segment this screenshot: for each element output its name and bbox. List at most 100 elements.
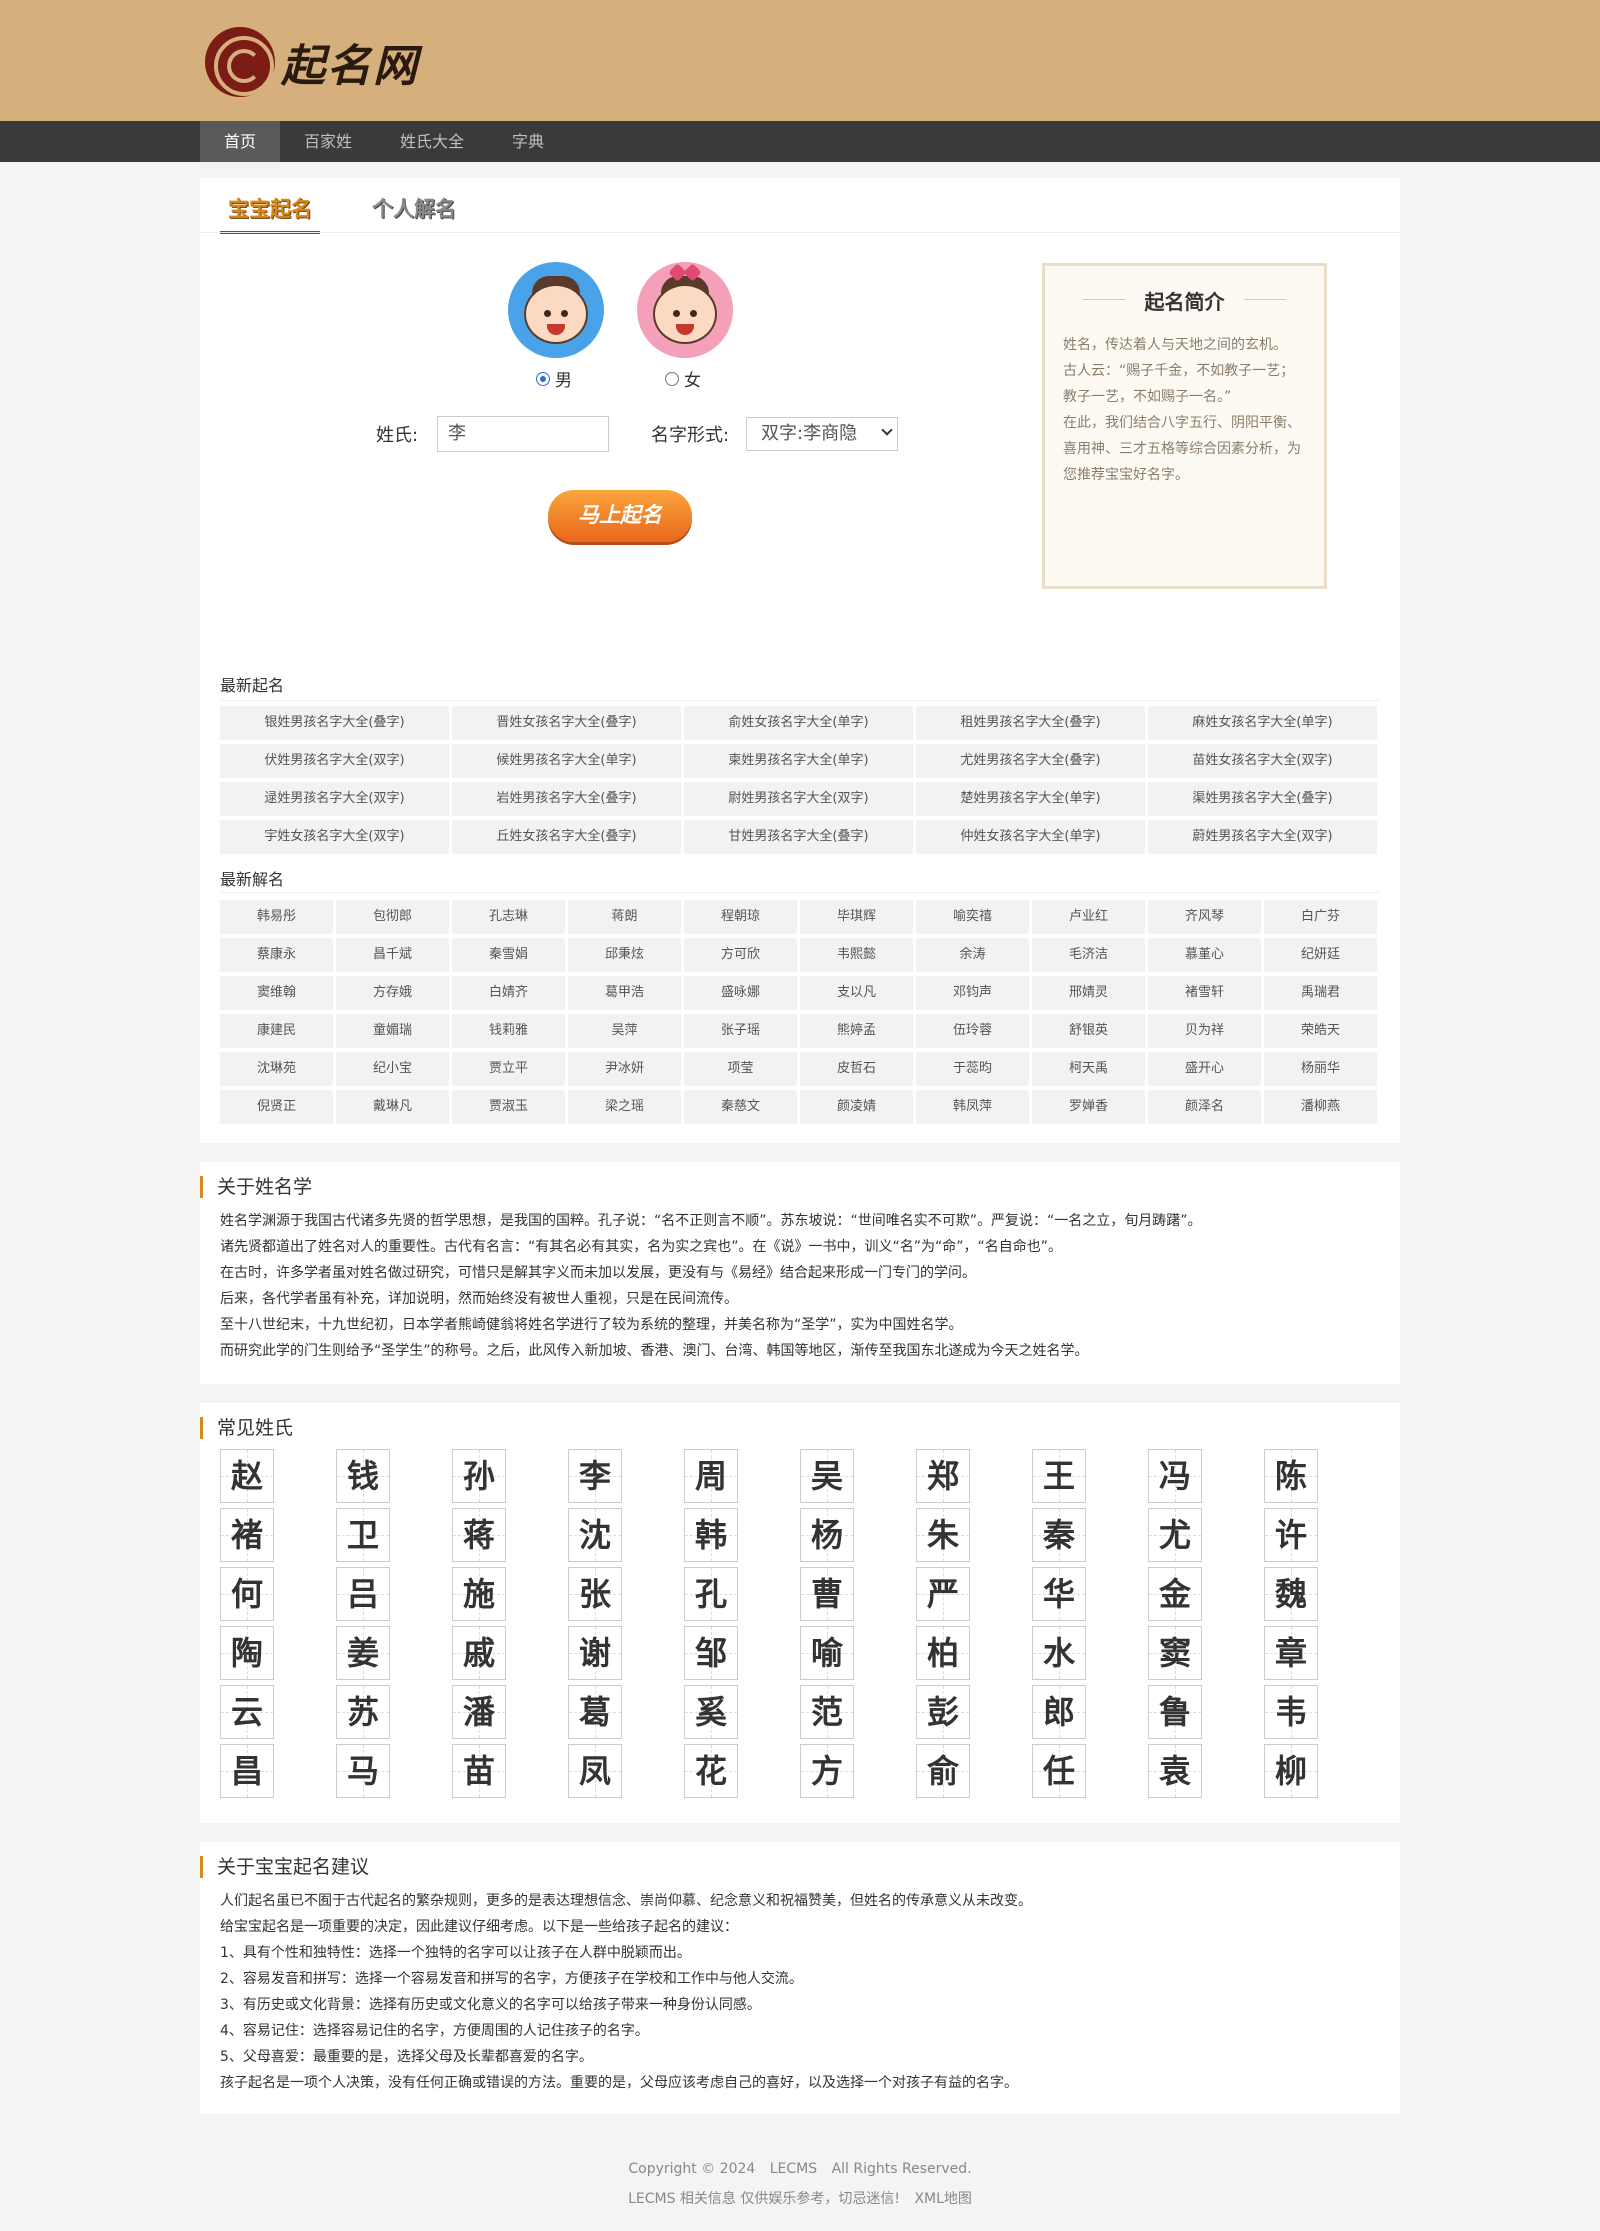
surname-cell[interactable]: 昌	[220, 1744, 274, 1798]
interp-name-link[interactable]: 吴萍	[568, 1014, 681, 1048]
footer-lecms-link[interactable]: LECMS	[770, 2161, 817, 2177]
interp-name-link[interactable]: 邓钧声	[916, 976, 1029, 1010]
surname-cell[interactable]: 王	[1032, 1449, 1086, 1503]
latest-name-link[interactable]: 麻姓女孩名字大全(单字)	[1148, 706, 1377, 740]
interp-name-link[interactable]: 伍玲蓉	[916, 1014, 1029, 1048]
interp-name-link[interactable]: 盛开心	[1148, 1052, 1261, 1086]
interp-name-link[interactable]: 慕堇心	[1148, 938, 1261, 972]
latest-name-link[interactable]: 甘姓男孩名字大全(叠字)	[684, 820, 913, 854]
interp-name-link[interactable]: 沈琳苑	[220, 1052, 333, 1086]
interp-name-link[interactable]: 杨丽华	[1264, 1052, 1377, 1086]
interp-name-link[interactable]: 程朝琼	[684, 900, 797, 934]
interp-name-link[interactable]: 熊婷孟	[800, 1014, 913, 1048]
surname-cell[interactable]: 严	[916, 1567, 970, 1621]
boy-avatar-icon[interactable]	[508, 262, 604, 358]
name-format-select[interactable]: 双字:李商隐	[746, 417, 898, 451]
surname-cell[interactable]: 秦	[1032, 1508, 1086, 1562]
interp-name-link[interactable]: 褚雪轩	[1148, 976, 1261, 1010]
surname-cell[interactable]: 陈	[1264, 1449, 1318, 1503]
surname-cell[interactable]: 窦	[1148, 1626, 1202, 1680]
nav-dictionary[interactable]: 字典	[488, 121, 568, 162]
interp-name-link[interactable]: 张子瑶	[684, 1014, 797, 1048]
interp-name-link[interactable]: 于蕊昀	[916, 1052, 1029, 1086]
surname-cell[interactable]: 尤	[1148, 1508, 1202, 1562]
latest-name-link[interactable]: 渠姓男孩名字大全(叠字)	[1148, 782, 1377, 816]
interp-name-link[interactable]: 孔志琳	[452, 900, 565, 934]
surname-cell[interactable]: 俞	[916, 1744, 970, 1798]
interp-name-link[interactable]: 毕琪辉	[800, 900, 913, 934]
girl-avatar-icon[interactable]	[637, 262, 733, 358]
latest-name-link[interactable]: 楚姓男孩名字大全(单字)	[916, 782, 1145, 816]
surname-cell[interactable]: 苗	[452, 1744, 506, 1798]
interp-name-link[interactable]: 禹瑞君	[1264, 976, 1377, 1010]
surname-cell[interactable]: 褚	[220, 1508, 274, 1562]
latest-name-link[interactable]: 苗姓女孩名字大全(双字)	[1148, 744, 1377, 778]
interp-name-link[interactable]: 余涛	[916, 938, 1029, 972]
interp-name-link[interactable]: 韦熙懿	[800, 938, 913, 972]
interp-name-link[interactable]: 邢婧灵	[1032, 976, 1145, 1010]
tab-name-interpretation[interactable]: 个人解名	[364, 190, 464, 234]
surname-cell[interactable]: 谢	[568, 1626, 622, 1680]
interp-name-link[interactable]: 贾淑玉	[452, 1090, 565, 1124]
interp-name-link[interactable]: 蒋朗	[568, 900, 681, 934]
latest-name-link[interactable]: 宇姓女孩名字大全(双字)	[220, 820, 449, 854]
male-radio[interactable]	[536, 371, 550, 386]
surname-cell[interactable]: 沈	[568, 1508, 622, 1562]
surname-cell[interactable]: 柳	[1264, 1744, 1318, 1798]
surname-cell[interactable]: 马	[336, 1744, 390, 1798]
latest-name-link[interactable]: 尤姓男孩名字大全(叠字)	[916, 744, 1145, 778]
latest-name-link[interactable]: 晋姓女孩名字大全(叠字)	[452, 706, 681, 740]
surname-cell[interactable]: 许	[1264, 1508, 1318, 1562]
surname-cell[interactable]: 杨	[800, 1508, 854, 1562]
surname-cell[interactable]: 金	[1148, 1567, 1202, 1621]
interp-name-link[interactable]: 毛济洁	[1032, 938, 1145, 972]
surname-cell[interactable]: 凤	[568, 1744, 622, 1798]
surname-cell[interactable]: 奚	[684, 1685, 738, 1739]
surname-cell[interactable]: 喻	[800, 1626, 854, 1680]
interp-name-link[interactable]: 戴琳凡	[336, 1090, 449, 1124]
surname-cell[interactable]: 曹	[800, 1567, 854, 1621]
surname-cell[interactable]: 章	[1264, 1626, 1318, 1680]
surname-cell[interactable]: 葛	[568, 1685, 622, 1739]
surname-cell[interactable]: 鲁	[1148, 1685, 1202, 1739]
surname-cell[interactable]: 周	[684, 1449, 738, 1503]
surname-cell[interactable]: 吴	[800, 1449, 854, 1503]
interp-name-link[interactable]: 纪妍廷	[1264, 938, 1377, 972]
surname-cell[interactable]: 彭	[916, 1685, 970, 1739]
interp-name-link[interactable]: 昌千斌	[336, 938, 449, 972]
interp-name-link[interactable]: 包彻郎	[336, 900, 449, 934]
interp-name-link[interactable]: 颜泽名	[1148, 1090, 1261, 1124]
surname-cell[interactable]: 苏	[336, 1685, 390, 1739]
surname-cell[interactable]: 孙	[452, 1449, 506, 1503]
surname-cell[interactable]: 任	[1032, 1744, 1086, 1798]
interp-name-link[interactable]: 项莹	[684, 1052, 797, 1086]
latest-name-link[interactable]: 逯姓男孩名字大全(双字)	[220, 782, 449, 816]
surname-cell[interactable]: 陶	[220, 1626, 274, 1680]
nav-surnames[interactable]: 姓氏大全	[376, 121, 488, 162]
surname-cell[interactable]: 郑	[916, 1449, 970, 1503]
nav-home[interactable]: 首页	[200, 121, 281, 162]
surname-cell[interactable]: 方	[800, 1744, 854, 1798]
interp-name-link[interactable]: 秦慈文	[684, 1090, 797, 1124]
gender-female-option[interactable]: 女	[665, 366, 701, 391]
surname-cell[interactable]: 水	[1032, 1626, 1086, 1680]
latest-name-link[interactable]: 岩姓男孩名字大全(叠字)	[452, 782, 681, 816]
surname-cell[interactable]: 魏	[1264, 1567, 1318, 1621]
interp-name-link[interactable]: 童媚瑞	[336, 1014, 449, 1048]
surname-cell[interactable]: 华	[1032, 1567, 1086, 1621]
interp-name-link[interactable]: 倪贤正	[220, 1090, 333, 1124]
surname-cell[interactable]: 何	[220, 1567, 274, 1621]
surname-cell[interactable]: 邹	[684, 1626, 738, 1680]
surname-cell[interactable]: 冯	[1148, 1449, 1202, 1503]
latest-name-link[interactable]: 银姓男孩名字大全(叠字)	[220, 706, 449, 740]
xml-sitemap-link[interactable]: XML地图	[914, 2191, 971, 2207]
interp-name-link[interactable]: 卢业红	[1032, 900, 1145, 934]
interp-name-link[interactable]: 盛咏娜	[684, 976, 797, 1010]
interp-name-link[interactable]: 白广芬	[1264, 900, 1377, 934]
surname-input[interactable]: 李	[437, 416, 609, 452]
interp-name-link[interactable]: 方可欣	[684, 938, 797, 972]
latest-name-link[interactable]: 柬姓男孩名字大全(单字)	[684, 744, 913, 778]
surname-cell[interactable]: 潘	[452, 1685, 506, 1739]
latest-name-link[interactable]: 伏姓男孩名字大全(双字)	[220, 744, 449, 778]
interp-name-link[interactable]: 蔡康永	[220, 938, 333, 972]
